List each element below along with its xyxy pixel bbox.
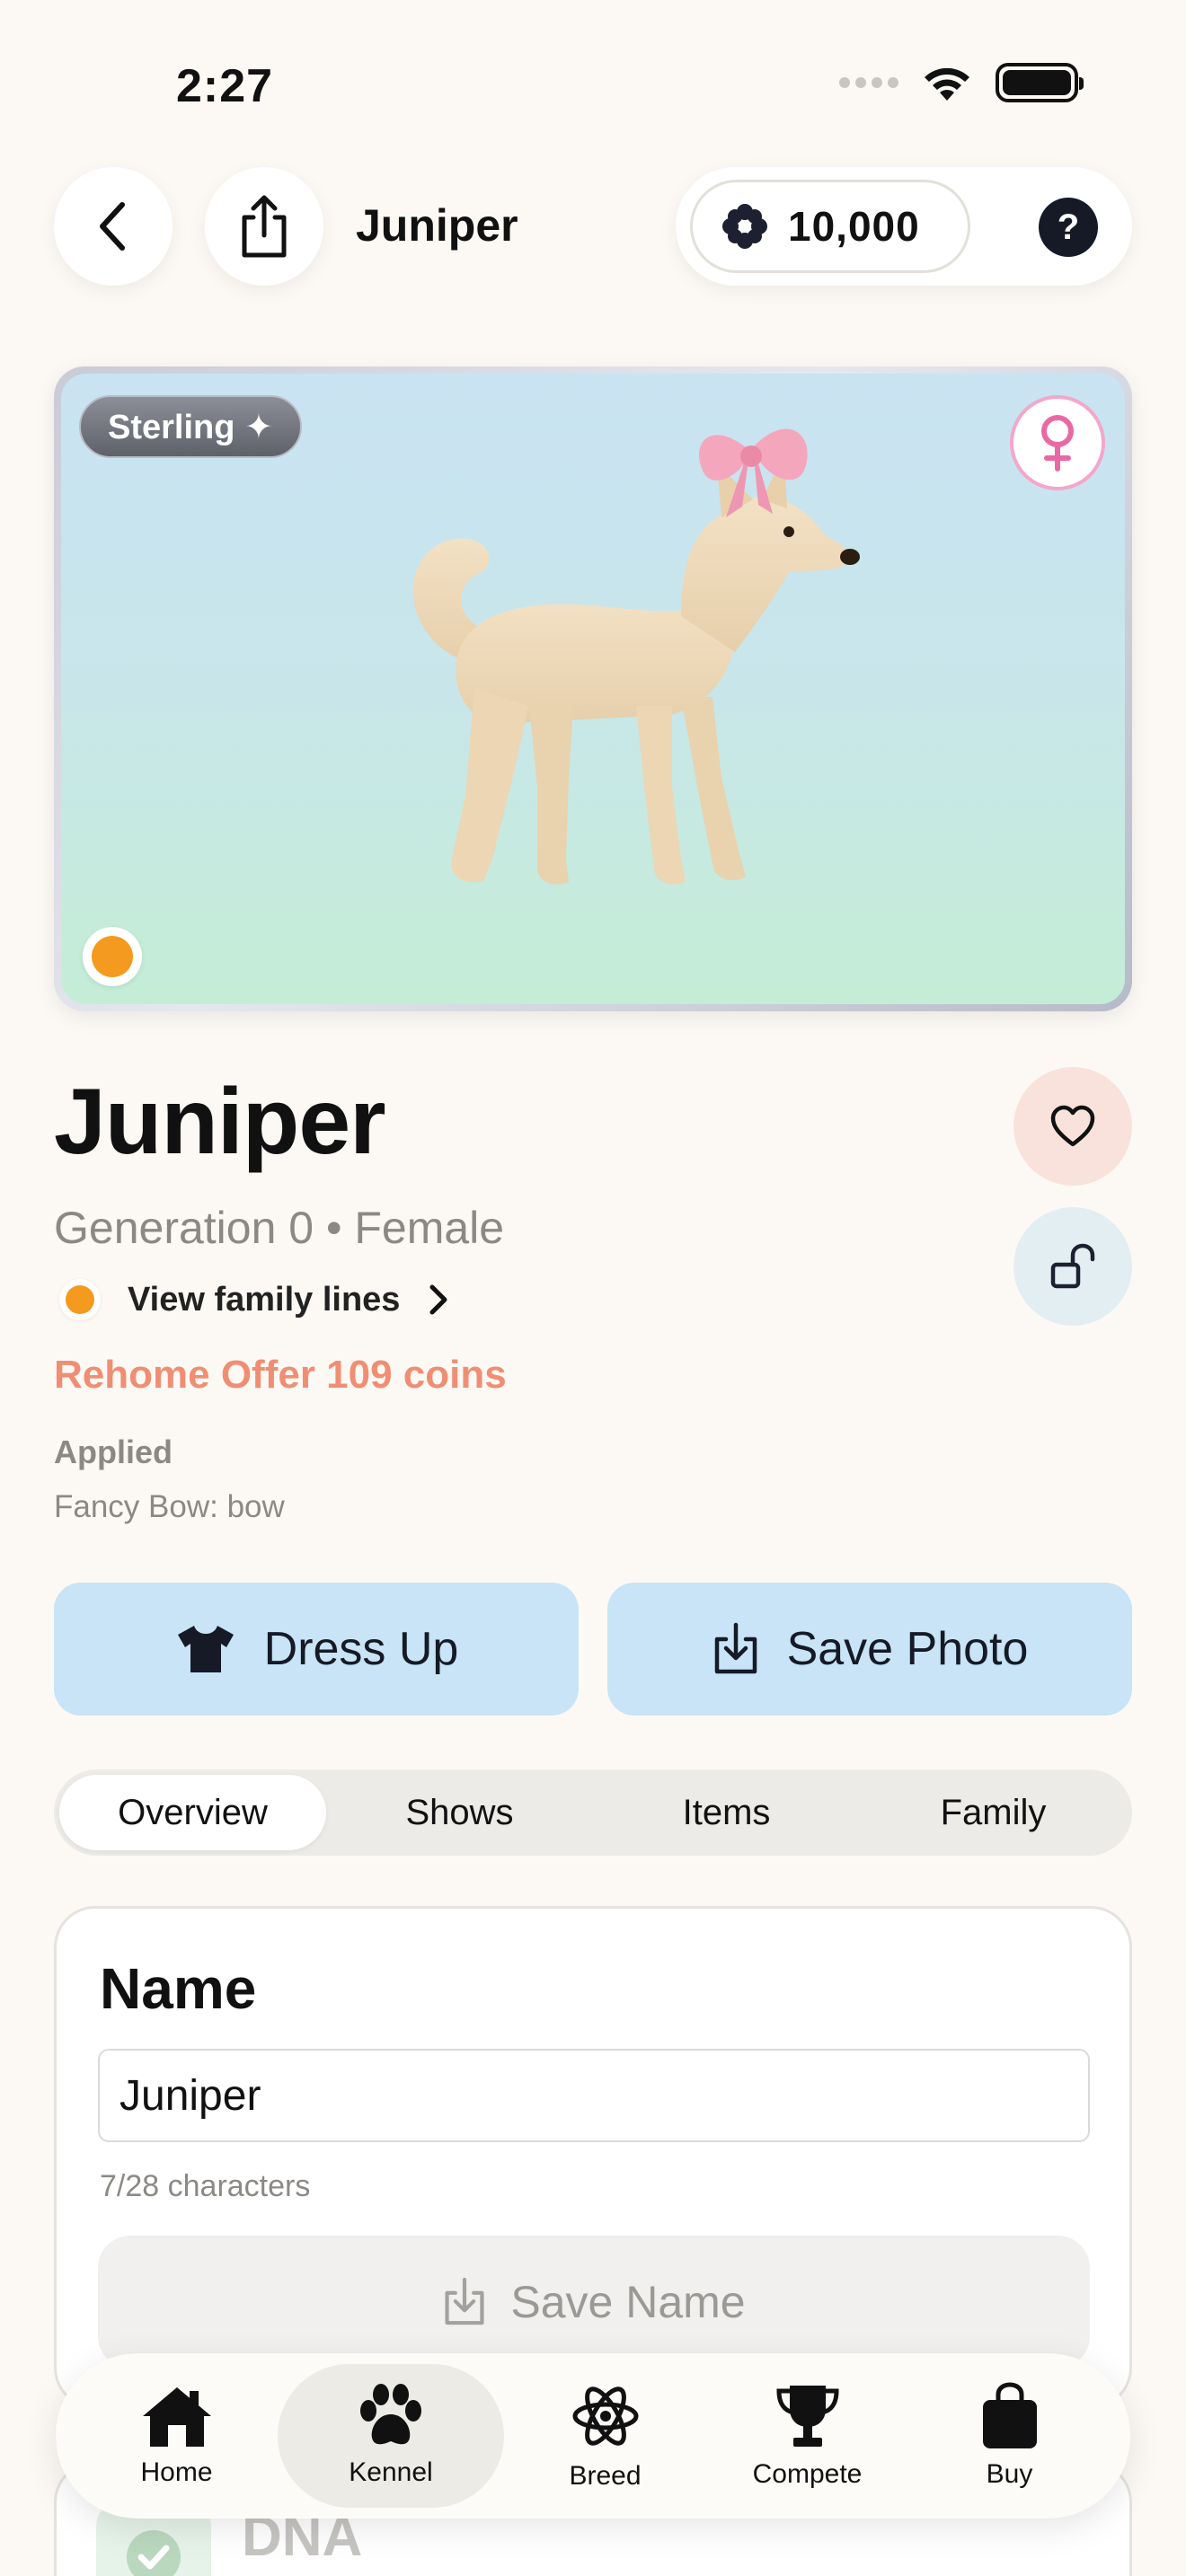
heart-icon [1050,1105,1095,1147]
nav-breed[interactable]: Breed [504,2364,706,2508]
applied-heading: Applied [54,1434,173,1470]
home-icon [142,2387,211,2447]
coin-amount: 10,000 [788,203,920,250]
nav-compete[interactable]: Compete [706,2364,908,2508]
back-button[interactable] [54,167,173,286]
view-family-lines-link[interactable]: View family lines [59,1279,450,1320]
nav-breed-label: Breed [569,2461,642,2491]
nav-home-label: Home [140,2457,213,2487]
nav-kennel-label: Kennel [349,2457,433,2487]
tab-overview[interactable]: Overview [59,1775,326,1850]
download-icon [445,2277,484,2325]
battery-icon [996,63,1084,102]
download-icon [714,1622,757,1674]
lock-toggle-button[interactable] [1013,1207,1132,1326]
bag-icon [982,2382,1037,2448]
dog-illustration [412,428,860,885]
tab-shows[interactable]: Shows [326,1775,593,1850]
status-icons [839,63,1084,102]
chevron-right-icon [429,1284,447,1315]
paw-icon [360,2384,421,2445]
name-input[interactable] [98,2049,1090,2142]
pet-name-heading: Juniper [54,1070,386,1174]
family-lines-label: View family lines [128,1280,401,1319]
unlock-icon [1050,1243,1095,1289]
atom-icon [572,2386,638,2446]
name-card: Name 7/28 characters Save Name [54,1906,1132,2409]
generation-gender-text: Generation 0 • Female [54,1203,505,1253]
share-icon [242,195,287,258]
family-color-dot [59,1279,101,1320]
dress-up-button[interactable]: Dress Up [54,1583,579,1716]
tab-items[interactable]: Items [593,1775,860,1850]
rehome-offer-link[interactable]: Rehome Offer 109 coins [54,1353,507,1398]
character-count: 7/28 characters [100,2169,311,2203]
bottom-tab-bar: Home Kennel Breed Compete Buy [56,2353,1130,2519]
share-button[interactable] [205,167,323,286]
favorite-button[interactable] [1013,1067,1132,1186]
name-card-title: Name [100,1956,257,2021]
save-photo-button[interactable]: Save Photo [607,1583,1132,1716]
chevron-left-icon [100,202,125,251]
color-marker-dot [83,927,142,986]
nav-buy[interactable]: Buy [908,2364,1111,2508]
tab-family[interactable]: Family [860,1775,1127,1850]
nav-kennel[interactable]: Kennel [278,2364,504,2508]
dress-up-label: Dress Up [263,1623,459,1675]
tier-badge: Sterling ✦ [79,395,302,458]
shirt-icon [177,1626,234,1672]
coin-balance[interactable]: 10,000 [690,180,970,273]
nav-home[interactable]: Home [75,2364,278,2508]
nav-compete-label: Compete [752,2459,863,2489]
female-gender-icon [1010,395,1105,490]
coin-flower-icon [722,204,767,249]
applied-item: Fancy Bow: bow [54,1489,285,1524]
help-button[interactable]: ? [1039,198,1098,257]
trophy-icon [775,2386,839,2447]
nav-buy-label: Buy [986,2459,1033,2489]
page-title: Juniper [356,200,518,251]
cellular-signal-icon [839,77,898,88]
save-name-label: Save Name [510,2277,746,2327]
save-name-button[interactable]: Save Name [98,2236,1090,2369]
section-tabs: Overview Shows Items Family [54,1769,1132,1856]
save-photo-label: Save Photo [786,1623,1029,1675]
wifi-icon [925,67,969,101]
status-time: 2:27 [176,60,274,112]
pet-portrait-card: Sterling ✦ [54,366,1132,1011]
